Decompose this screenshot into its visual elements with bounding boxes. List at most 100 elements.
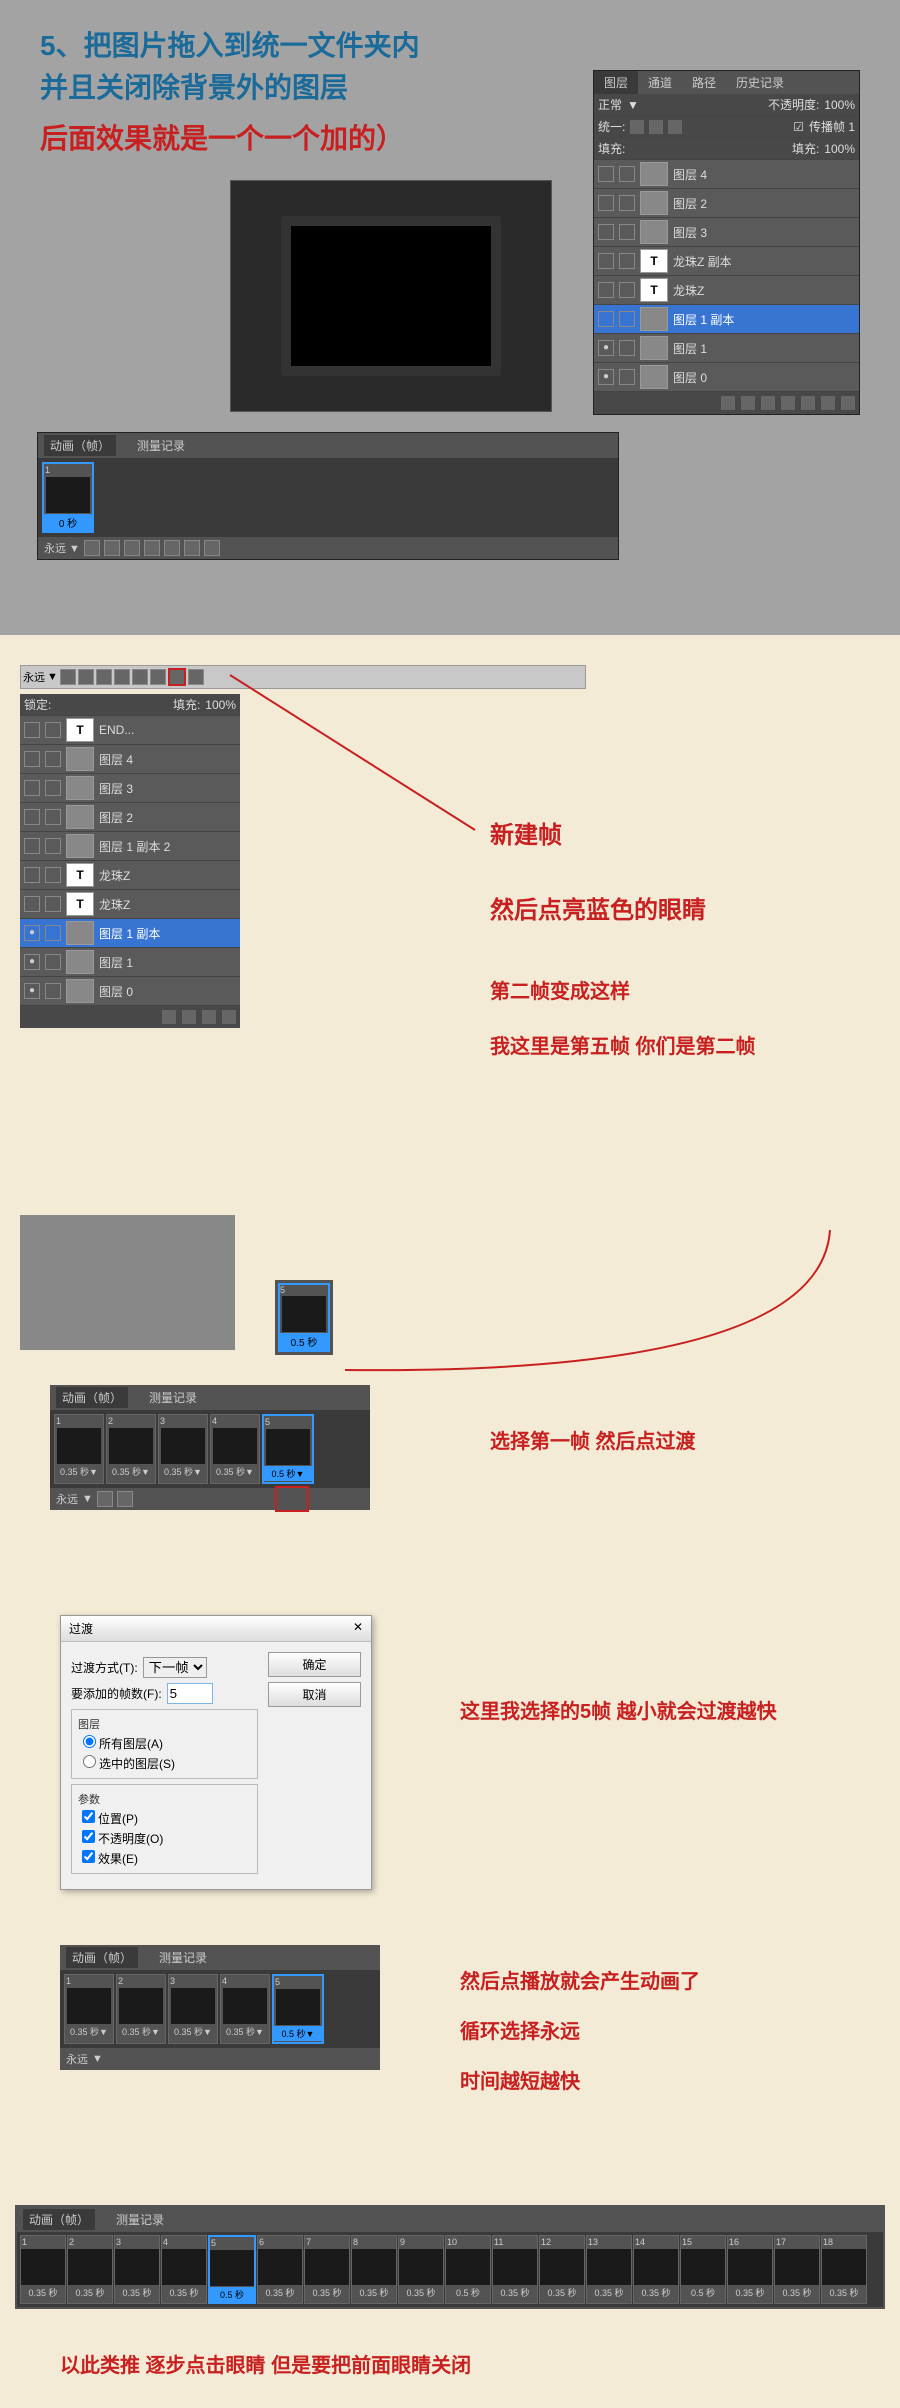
unify-icon[interactable] xyxy=(649,120,663,134)
play-icon[interactable] xyxy=(124,540,140,556)
tab-animation[interactable]: 动画（帧） xyxy=(44,435,116,456)
lock-icon[interactable] xyxy=(45,983,61,999)
visibility-icon[interactable] xyxy=(24,809,40,825)
lock-icon[interactable] xyxy=(619,224,635,240)
check-opacity[interactable] xyxy=(82,1830,95,1843)
fill-value[interactable]: 100% xyxy=(824,142,855,156)
visibility-icon[interactable] xyxy=(598,224,614,240)
frame[interactable]: 3 0.35 秒▼ xyxy=(158,1414,208,1484)
tab-layers[interactable]: 图层 xyxy=(594,71,638,94)
layer-row[interactable]: 图层 0 xyxy=(20,977,240,1006)
layer-row[interactable]: 图层 3 xyxy=(20,774,240,803)
lock-icon[interactable] xyxy=(45,867,61,883)
fx-icon[interactable] xyxy=(162,1010,176,1024)
visibility-icon[interactable] xyxy=(24,983,40,999)
frame[interactable]: 15 0.5 秒 xyxy=(680,2235,726,2304)
frame[interactable]: 5 0.5 秒▼ xyxy=(262,1414,314,1484)
trash-icon[interactable] xyxy=(841,396,855,410)
layer-row[interactable]: 图层 4 xyxy=(20,745,240,774)
first-frame-icon[interactable] xyxy=(84,540,100,556)
tween-icon[interactable] xyxy=(117,1491,133,1507)
tween-icon[interactable] xyxy=(150,669,166,685)
layer-row[interactable]: 图层 3 xyxy=(594,218,859,247)
new-layer-icon[interactable] xyxy=(202,1010,216,1024)
prev-frame-icon[interactable] xyxy=(78,669,94,685)
check-effects[interactable] xyxy=(82,1850,95,1863)
lock-icon[interactable] xyxy=(619,311,635,327)
tab-paths[interactable]: 路径 xyxy=(682,71,726,94)
visibility-icon[interactable] xyxy=(24,925,40,941)
blend-mode[interactable]: 正常 xyxy=(598,96,622,113)
frame[interactable]: 11 0.35 秒 xyxy=(492,2235,538,2304)
layer-row[interactable]: 图层 1 xyxy=(594,334,859,363)
group-icon[interactable] xyxy=(801,396,815,410)
frame-5[interactable]: 5 0.5 秒 xyxy=(278,1283,330,1352)
layer-row[interactable]: 图层 1 xyxy=(20,948,240,977)
layer-row[interactable]: 图层 1 副本 2 xyxy=(20,832,240,861)
close-icon[interactable]: ✕ xyxy=(353,1620,363,1637)
lock-icon[interactable] xyxy=(619,369,635,385)
new-layer-icon[interactable] xyxy=(821,396,835,410)
layer-row[interactable]: T END... xyxy=(20,716,240,745)
lock-icon[interactable] xyxy=(45,925,61,941)
first-frame-icon[interactable] xyxy=(60,669,76,685)
frame[interactable]: 8 0.35 秒 xyxy=(351,2235,397,2304)
loop-select[interactable]: 永远 ▼ xyxy=(44,540,80,556)
visibility-icon[interactable] xyxy=(598,282,614,298)
frame[interactable]: 9 0.35 秒 xyxy=(398,2235,444,2304)
visibility-icon[interactable] xyxy=(24,780,40,796)
layer-row[interactable]: 图层 1 副本 xyxy=(594,305,859,334)
lock-icon[interactable] xyxy=(45,896,61,912)
delete-frame-icon[interactable] xyxy=(204,540,220,556)
frame[interactable]: 2 0.35 秒 xyxy=(67,2235,113,2304)
lock-icon[interactable] xyxy=(45,954,61,970)
visibility-icon[interactable] xyxy=(24,867,40,883)
check-position[interactable] xyxy=(82,1810,95,1823)
layer-row[interactable]: 图层 1 副本 xyxy=(20,919,240,948)
layer-row[interactable]: 图层 4 xyxy=(594,160,859,189)
next-frame-icon[interactable] xyxy=(144,540,160,556)
frame[interactable]: 2 0.35 秒▼ xyxy=(116,1974,166,2044)
stop-icon[interactable] xyxy=(96,669,112,685)
lock-icon[interactable] xyxy=(619,340,635,356)
visibility-icon[interactable] xyxy=(598,311,614,327)
ok-button[interactable]: 确定 xyxy=(268,1652,361,1677)
prev-frame-icon[interactable] xyxy=(104,540,120,556)
visibility-icon[interactable] xyxy=(24,838,40,854)
layer-row[interactable]: 图层 0 xyxy=(594,363,859,392)
lock-icon[interactable] xyxy=(619,195,635,211)
frame[interactable]: 3 0.35 秒 xyxy=(114,2235,160,2304)
frame[interactable]: 1 0.35 秒▼ xyxy=(54,1414,104,1484)
frame[interactable]: 17 0.35 秒 xyxy=(774,2235,820,2304)
frame[interactable]: 7 0.35 秒 xyxy=(304,2235,350,2304)
layer-row[interactable]: T 龙珠Z xyxy=(20,890,240,919)
mask-icon[interactable] xyxy=(182,1010,196,1024)
opacity-value[interactable]: 100% xyxy=(824,98,855,112)
radio-selected-layers[interactable] xyxy=(83,1755,96,1768)
layer-row[interactable]: 图层 2 xyxy=(594,189,859,218)
visibility-icon[interactable] xyxy=(24,751,40,767)
unify-icon[interactable] xyxy=(668,120,682,134)
visibility-icon[interactable] xyxy=(24,896,40,912)
visibility-icon[interactable] xyxy=(24,722,40,738)
play-icon[interactable] xyxy=(97,1491,113,1507)
lock-icon[interactable] xyxy=(45,780,61,796)
unify-icon[interactable] xyxy=(630,120,644,134)
visibility-icon[interactable] xyxy=(598,195,614,211)
tab-channels[interactable]: 通道 xyxy=(638,71,682,94)
visibility-icon[interactable] xyxy=(598,166,614,182)
frame[interactable]: 4 0.35 秒▼ xyxy=(220,1974,270,2044)
layer-row[interactable]: 图层 2 xyxy=(20,803,240,832)
trash-icon[interactable] xyxy=(222,1010,236,1024)
new-frame-icon[interactable] xyxy=(184,540,200,556)
frame[interactable]: 1 0.35 秒▼ xyxy=(64,1974,114,2044)
frames-input[interactable] xyxy=(167,1683,213,1704)
tab-measure[interactable]: 测量记录 xyxy=(131,435,191,456)
fx-icon[interactable] xyxy=(741,396,755,410)
visibility-icon[interactable] xyxy=(24,954,40,970)
frame[interactable]: 13 0.35 秒 xyxy=(586,2235,632,2304)
frame[interactable]: 10 0.5 秒 xyxy=(445,2235,491,2304)
frame[interactable]: 16 0.35 秒 xyxy=(727,2235,773,2304)
layer-row[interactable]: T 龙珠Z xyxy=(20,861,240,890)
lock-icon[interactable] xyxy=(619,253,635,269)
